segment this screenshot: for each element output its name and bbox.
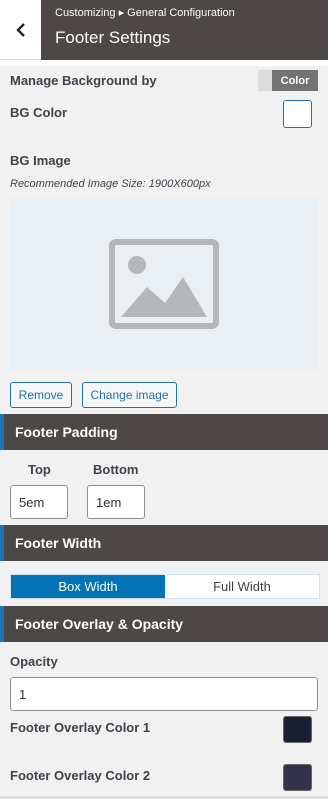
bg-image-label: BG Image xyxy=(10,153,71,168)
chevron-left-icon xyxy=(15,22,25,37)
box-width-option[interactable]: Box Width xyxy=(11,575,165,598)
header-title-area: Customizing ▸ General Configuration Foot… xyxy=(41,0,328,60)
overlay-color1-label: Footer Overlay Color 1 xyxy=(10,720,151,735)
toggle-off-area[interactable] xyxy=(258,70,272,91)
padding-bottom-label: Bottom xyxy=(93,462,139,477)
bg-color-label: BG Color xyxy=(10,105,68,120)
footer-width-section: Footer Width xyxy=(0,525,328,561)
bg-image-preview[interactable] xyxy=(10,198,318,370)
padding-bottom-input[interactable]: 1em xyxy=(87,485,145,519)
manage-background-label: Manage Background by xyxy=(10,73,157,88)
overlay-color2-swatch[interactable] xyxy=(283,764,312,791)
opacity-input[interactable]: 1 xyxy=(10,677,318,711)
footer-width-selector[interactable]: Box Width Full Width xyxy=(10,574,320,599)
footer-overlay-title: Footer Overlay & Opacity xyxy=(15,616,184,632)
footer-padding-title: Footer Padding xyxy=(15,424,118,440)
back-button[interactable] xyxy=(0,0,41,60)
background-type-toggle[interactable]: Color xyxy=(258,70,318,91)
breadcrumb: Customizing ▸ General Configuration xyxy=(55,7,235,19)
footer-overlay-section: Footer Overlay & Opacity xyxy=(0,606,328,642)
opacity-label: Opacity xyxy=(10,654,58,669)
image-placeholder-icon xyxy=(109,239,219,329)
footer-padding-section: Footer Padding xyxy=(0,414,328,450)
page-title: Footer Settings xyxy=(55,28,171,47)
padding-top-label: Top xyxy=(28,462,51,477)
bg-color-picker[interactable] xyxy=(283,100,312,128)
customizer-header: Customizing ▸ General Configuration Foot… xyxy=(0,0,328,66)
full-width-option[interactable]: Full Width xyxy=(165,575,319,598)
image-size-hint: Recommended Image Size: 1900X600px xyxy=(10,178,211,190)
toggle-color-label[interactable]: Color xyxy=(272,70,318,91)
footer-width-title: Footer Width xyxy=(15,535,102,551)
remove-image-button[interactable]: Remove xyxy=(10,382,72,408)
overlay-color1-swatch[interactable] xyxy=(283,716,312,743)
change-image-button[interactable]: Change image xyxy=(82,382,177,408)
padding-top-input[interactable]: 5em xyxy=(10,485,68,519)
overlay-color2-label: Footer Overlay Color 2 xyxy=(10,768,151,783)
